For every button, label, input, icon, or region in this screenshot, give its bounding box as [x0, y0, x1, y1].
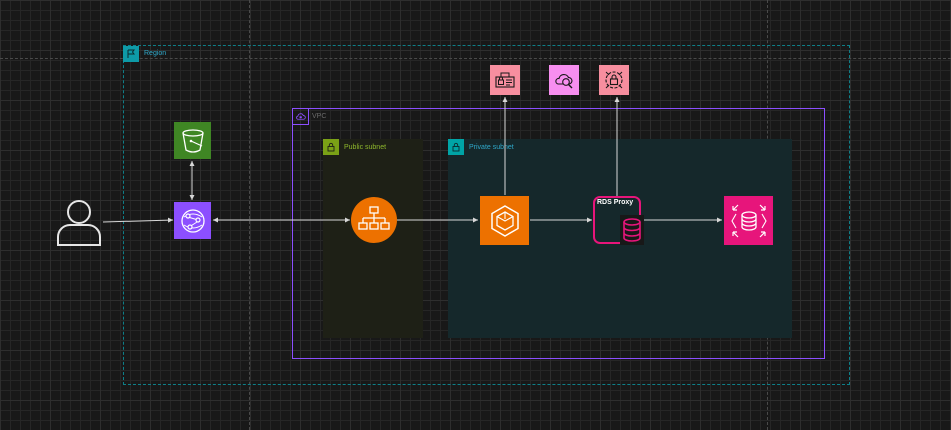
- cloudfront-icon[interactable]: [174, 202, 211, 239]
- ecs-icon[interactable]: [480, 196, 529, 245]
- secrets-manager-icon[interactable]: [490, 65, 520, 95]
- s3-bucket-icon[interactable]: [174, 122, 211, 159]
- rds-proxy-database-icon: [620, 215, 644, 245]
- cloudwatch-icon[interactable]: [549, 65, 579, 95]
- rds-database-icon[interactable]: [724, 196, 773, 245]
- load-balancer-icon[interactable]: [351, 197, 397, 243]
- connectors: [102, 97, 722, 223]
- kms-icon[interactable]: [599, 65, 629, 95]
- edge-user-to-cloudfront: [102, 217, 174, 223]
- rds-proxy-label: RDS Proxy: [597, 199, 634, 206]
- user-icon[interactable]: [55, 197, 103, 247]
